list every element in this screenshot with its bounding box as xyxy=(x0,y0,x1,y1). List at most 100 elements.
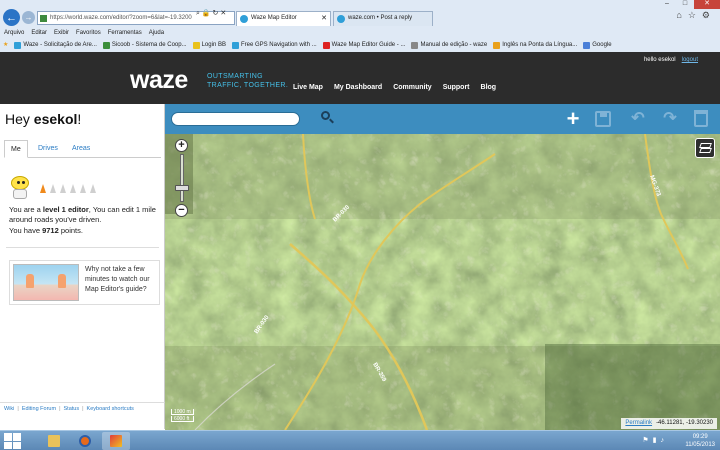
tab-drives[interactable]: Drives xyxy=(32,140,64,158)
nav-support[interactable]: Support xyxy=(443,84,470,91)
permalink-link[interactable]: Permalink xyxy=(625,420,652,426)
favorite-icon xyxy=(231,41,239,49)
menu-item-tools[interactable]: Ferramentas xyxy=(108,29,142,38)
divider xyxy=(6,247,159,248)
waze-logo[interactable]: waze xyxy=(130,66,188,95)
system-tray: ⚑▮♪ xyxy=(642,436,668,444)
level-value: level 1 editor xyxy=(42,205,89,214)
search-icon[interactable] xyxy=(320,110,334,124)
save-icon[interactable] xyxy=(595,111,611,127)
add-button[interactable]: + xyxy=(563,108,583,130)
taskbar-file-explorer[interactable] xyxy=(40,432,68,450)
footer-link-status[interactable]: Status xyxy=(64,406,80,426)
browser-tool-icons: ⌂☆⚙ xyxy=(676,10,716,21)
favorite-link[interactable]: Google xyxy=(583,39,612,51)
back-arrow-icon: ← xyxy=(6,11,17,24)
cone-icon xyxy=(58,274,66,288)
refresh-icon[interactable]: ↻ xyxy=(213,10,219,17)
zoom-slider[interactable] xyxy=(180,154,184,202)
level-cone-icon xyxy=(90,184,96,193)
start-button[interactable] xyxy=(4,433,22,449)
menu-item-help[interactable]: Ajuda xyxy=(149,29,164,38)
search-icon[interactable]: ⌕ xyxy=(196,10,200,17)
menu-item-favorites[interactable]: Favoritos xyxy=(76,29,101,38)
trash-icon[interactable] xyxy=(694,110,708,127)
tab-waze-map-editor[interactable]: Waze Map Editor ✕ xyxy=(236,11,331,26)
user-greeting: hello esekol xyxy=(643,57,676,63)
star-icon[interactable]: ☆ xyxy=(688,10,702,20)
lock-icon[interactable]: 🔒 xyxy=(202,10,211,17)
footer-link-editing-forum[interactable]: Editing Forum xyxy=(22,406,56,426)
scale-metric: 1000 m xyxy=(171,409,194,415)
sidebar-greeting: Hey esekol! xyxy=(5,111,82,127)
waze-header: waze OUTSMARTING TRAFFIC, TOGETHER. Live… xyxy=(0,52,720,104)
guide-promo[interactable]: Why not take a few minutes to watch our … xyxy=(9,260,160,305)
forward-button[interactable]: → xyxy=(22,11,35,24)
clock-time: 09:29 xyxy=(692,434,708,440)
menu-item-view[interactable]: Exibir xyxy=(54,29,69,38)
nav-blog[interactable]: Blog xyxy=(481,84,497,91)
zoom-out-button[interactable]: − xyxy=(175,204,188,217)
zoom-slider-handle[interactable] xyxy=(175,185,189,191)
menu-item-file[interactable]: Arquivo xyxy=(4,29,24,38)
browser-chrome: – □ ✕ ← → https://world.waze.com/editor/… xyxy=(0,0,720,52)
points-description: You have 9712 points. xyxy=(9,226,83,235)
logout-link[interactable]: logout xyxy=(682,57,698,63)
firefox-icon xyxy=(79,435,91,447)
favorite-link[interactable]: Waze Map Editor Guide - ... xyxy=(322,39,405,51)
avatar xyxy=(9,172,31,200)
footer-link-wiki[interactable]: Wiki xyxy=(4,406,14,426)
favorites-star-icon[interactable]: ★ xyxy=(3,39,8,51)
footer-link-keyboard-shortcuts[interactable]: Keyboard shortcuts xyxy=(87,406,134,426)
zoom-in-button[interactable]: + xyxy=(175,139,188,152)
favorite-link[interactable]: Inglês na Ponta da Língua... xyxy=(493,39,577,51)
tab-areas[interactable]: Areas xyxy=(66,140,96,158)
guide-video-thumbnail[interactable] xyxy=(13,264,79,301)
taskbar-paint[interactable] xyxy=(102,432,130,450)
tab-me[interactable]: Me xyxy=(4,140,28,158)
permalink-bar: Permalink -46.11281, -19.30230 xyxy=(621,418,717,429)
map-toolbar: + ↶ ↷ xyxy=(165,104,720,134)
nav-live-map[interactable]: Live Map xyxy=(293,84,323,91)
tab-label: Waze Map Editor xyxy=(251,15,297,21)
wazer-eye xyxy=(17,181,20,184)
undo-icon[interactable]: ↶ xyxy=(628,109,648,129)
tab-close-icon[interactable]: ✕ xyxy=(321,12,327,25)
taskbar-clock[interactable]: 09:29 11/05/2013 xyxy=(685,433,715,449)
favorite-icon xyxy=(493,41,501,49)
flag-icon[interactable]: ⚑ xyxy=(642,437,652,444)
menu-item-edit[interactable]: Editar xyxy=(31,29,47,38)
favorite-link[interactable]: Manual de edição - waze xyxy=(411,39,487,51)
volume-icon[interactable]: ♪ xyxy=(661,437,669,444)
wazer-head-icon xyxy=(11,176,29,190)
user-box: hello esekol logout xyxy=(644,57,698,63)
favorite-icon xyxy=(322,41,330,49)
home-icon[interactable]: ⌂ xyxy=(676,10,687,20)
redo-icon[interactable]: ↷ xyxy=(660,109,680,129)
sidebar-tabs: Me Drives Areas xyxy=(4,140,161,158)
taskbar-firefox[interactable] xyxy=(71,432,99,450)
favorite-icon xyxy=(411,41,419,49)
close-icon[interactable]: ✕ xyxy=(220,10,226,17)
guide-text[interactable]: Why not take a few minutes to watch our … xyxy=(85,265,159,295)
clock-date: 11/05/2013 xyxy=(685,442,715,448)
nav-community[interactable]: Community xyxy=(393,84,432,91)
favorite-link[interactable]: Free GPS Navigation with ... xyxy=(231,39,317,51)
tab-post-reply[interactable]: waze.com • Post a reply xyxy=(333,11,433,26)
favorite-link[interactable]: Sicoob - Sistema de Coop... xyxy=(102,39,187,51)
network-icon[interactable]: ▮ xyxy=(653,437,661,444)
nav-my-dashboard[interactable]: My Dashboard xyxy=(334,84,382,91)
favorite-link[interactable]: Waze - Solicitação de Are... xyxy=(14,39,97,51)
map-canvas[interactable]: BR-030 BR-030 BR-359 MG-373 + − 1000 m 6… xyxy=(165,134,720,430)
back-button[interactable]: ← xyxy=(3,9,20,26)
sidebar-footer-links: Wiki | Editing Forum | Status | Keyboard sh… xyxy=(0,402,165,429)
scale-imperial: 6000 ft xyxy=(171,416,194,422)
main-nav: Live Map My Dashboard Community Support … xyxy=(293,84,496,91)
layers-icon[interactable] xyxy=(695,138,715,158)
level-cone-icon xyxy=(70,184,76,193)
favorite-icon xyxy=(192,41,200,49)
gear-icon[interactable]: ⚙ xyxy=(702,10,716,20)
search-input[interactable] xyxy=(171,112,300,126)
favorite-link[interactable]: Login BB xyxy=(192,39,226,51)
level-cone-icon xyxy=(40,184,46,193)
